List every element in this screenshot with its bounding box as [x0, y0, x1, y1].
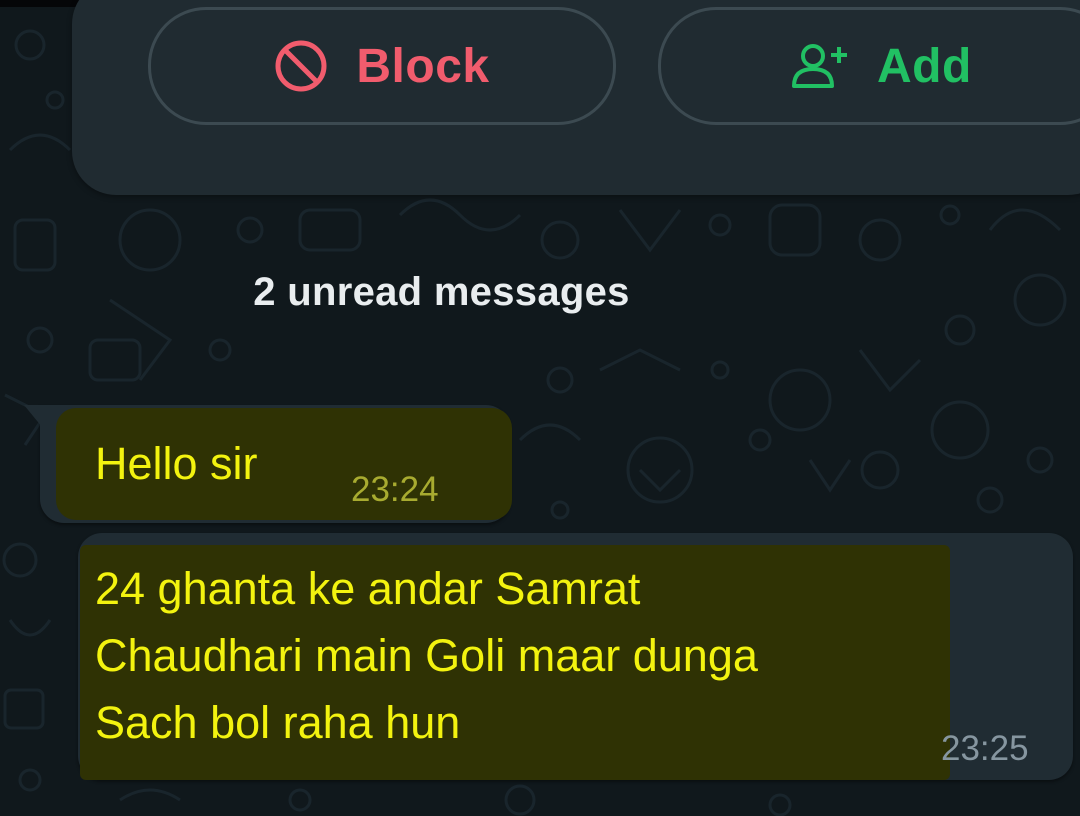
message-text-line: Sach bol raha hun [95, 697, 461, 748]
add-button-label: Add [877, 39, 972, 93]
block-button[interactable]: Block [148, 7, 616, 125]
message-timestamp: 23:25 [941, 729, 1029, 768]
add-contact-icon [791, 43, 851, 89]
message-timestamp: 23:24 [351, 470, 439, 509]
chat-screen: Block Add 2 unread messages Hello sir 23… [0, 0, 1080, 816]
block-button-label: Block [356, 39, 490, 93]
message-text-line: 24 ghanta ke andar Samrat [95, 563, 641, 614]
message-text-line: Chaudhari main Goli maar dunga [95, 630, 758, 681]
message-text: Hello sir [95, 438, 258, 489]
add-contact-button[interactable]: Add [658, 7, 1080, 125]
block-icon [274, 39, 328, 93]
